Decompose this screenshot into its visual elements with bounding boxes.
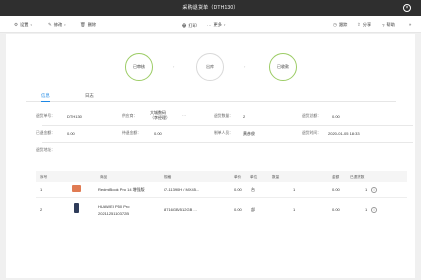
page: 采购退货单（DTH130） × ⚙ 设置 ▾ ✎ 修改 ▾ 🗑 删除 🖶 打印 …: [0, 0, 421, 280]
share-label: 分享: [362, 22, 372, 27]
row-price: 0.00: [234, 207, 242, 212]
col-price: 单价: [234, 175, 242, 179]
more-button[interactable]: ··· 更多 ▾: [207, 22, 226, 28]
row-index: 1: [40, 187, 43, 192]
settings-label: 设置: [20, 22, 29, 27]
row-divider: [36, 197, 407, 198]
return-number-label: 退货单号：: [36, 114, 55, 118]
print-icon: 🖶: [182, 23, 187, 28]
info-icon[interactable]: i: [371, 186, 377, 193]
expand-icon[interactable]: »: [409, 22, 411, 27]
supplier-label: 供应商：: [122, 114, 138, 118]
step-arrow-icon: ›: [244, 64, 246, 69]
close-icon[interactable]: ×: [403, 4, 411, 12]
return-number-value: DTH130: [67, 113, 82, 119]
track-button[interactable]: ◷ 跟踪: [333, 22, 347, 28]
step-outbound: 出库: [196, 53, 224, 81]
row-unit: 部: [251, 207, 255, 212]
row-index: 2: [40, 207, 43, 212]
chevron-down-icon: ▾: [30, 23, 33, 27]
refunded-label: 已退金额：: [36, 131, 55, 135]
tab-log[interactable]: 日志: [85, 93, 94, 99]
col-spec: 规格: [164, 175, 172, 179]
row-amount: 0.00: [332, 187, 340, 192]
window-title: 采购退货单（DTH130）: [182, 5, 239, 11]
row-price: 0.00: [234, 187, 242, 192]
track-label: 跟踪: [338, 22, 348, 27]
row-qty: 1: [293, 207, 296, 212]
document-panel: 已审核 › 出库 › 已收款 信息 日志 退货单号： DTH130 供应商： 大…: [6, 34, 415, 278]
edit-icon: ✎: [48, 22, 52, 27]
return-time-label: 退货时间：: [302, 131, 321, 135]
help-icon: ?: [382, 22, 385, 28]
row-product-name: RedmiBook Pro 14 增强版: [98, 187, 145, 192]
return-total-value: 0.00: [332, 113, 340, 119]
row-product-name: HUAWEI P50 Pro 2021125110372B: [98, 204, 130, 216]
title-bar: 采购退货单（DTH130） ×: [0, 0, 421, 16]
col-returned: 已退货数: [350, 175, 365, 179]
edit-button[interactable]: ✎ 修改 ▾: [48, 22, 66, 28]
product-thumbnail: [74, 203, 79, 213]
supplier-value: 大城数码 （李经理）: [150, 110, 170, 120]
chevron-down-icon: ▾: [223, 23, 226, 27]
help-button[interactable]: ? 帮助: [382, 22, 395, 28]
table-header: 序号 商品 规格 单价 单位 数量 金额 已退货数: [36, 171, 407, 182]
supplier-more-icon[interactable]: ···: [182, 113, 186, 118]
more-label: 更多: [213, 22, 222, 27]
chevron-down-icon: ▾: [64, 23, 66, 27]
col-product: 商品: [100, 175, 108, 179]
creator-label: 制单人员：: [214, 131, 233, 135]
edit-label: 修改: [53, 22, 63, 27]
return-total-label: 退货总额：: [302, 114, 321, 118]
row-unit: 台: [251, 187, 255, 192]
delete-button[interactable]: 🗑 删除: [80, 22, 96, 28]
more-icon: ···: [207, 22, 212, 28]
step-approved: 已审核: [125, 53, 153, 81]
return-address-label: 退货地址：: [36, 148, 55, 152]
gear-icon: ⚙: [14, 22, 19, 27]
toolbar: ⚙ 设置 ▾ ✎ 修改 ▾ 🗑 删除 🖶 打印 ··· 更多 ▾ ◷ 跟踪 ⇪ …: [0, 16, 421, 33]
col-unit: 单位: [250, 175, 258, 179]
return-time-value: 2020-01-05 18:33: [328, 130, 360, 136]
trash-icon: 🗑: [80, 22, 86, 27]
pending-refund-label: 待退金额：: [122, 131, 141, 135]
print-label: 打印: [188, 23, 197, 28]
col-qty: 数量: [272, 175, 280, 179]
step-arrow-icon: ›: [173, 64, 175, 69]
row-returned: 1: [365, 187, 368, 192]
row-spec: i7-11390H / MX45...: [164, 187, 200, 192]
row-amount: 0.00: [332, 207, 340, 212]
return-qty-label: 退货数量：: [214, 114, 233, 118]
row-returned: 1: [365, 207, 368, 212]
tab-bar: 信息 日志: [26, 92, 396, 102]
clock-icon: ◷: [333, 22, 337, 27]
tab-info[interactable]: 信息: [41, 93, 50, 102]
col-amount: 金额: [332, 175, 340, 179]
print-button[interactable]: 🖶 打印: [182, 22, 197, 30]
divider: [42, 142, 413, 143]
divider: [42, 125, 413, 126]
creator-value: 黄彦俊: [243, 130, 255, 136]
refunded-value: 0.00: [67, 130, 75, 136]
share-button[interactable]: ⇪ 分享: [357, 22, 371, 28]
return-qty-value: 2: [243, 113, 246, 119]
col-index: 序号: [40, 175, 48, 179]
product-thumbnail: [72, 185, 81, 192]
row-qty: 1: [293, 187, 296, 192]
row-spec: 8716GB/512GB ...: [164, 207, 197, 212]
share-icon: ⇪: [357, 22, 361, 27]
delete-label: 删除: [87, 22, 97, 27]
info-icon[interactable]: i: [371, 206, 377, 213]
step-received: 已收款: [269, 53, 297, 81]
settings-button[interactable]: ⚙ 设置 ▾: [14, 22, 32, 28]
pending-refund-value: 0.00: [154, 130, 162, 136]
help-label: 帮助: [386, 22, 395, 27]
